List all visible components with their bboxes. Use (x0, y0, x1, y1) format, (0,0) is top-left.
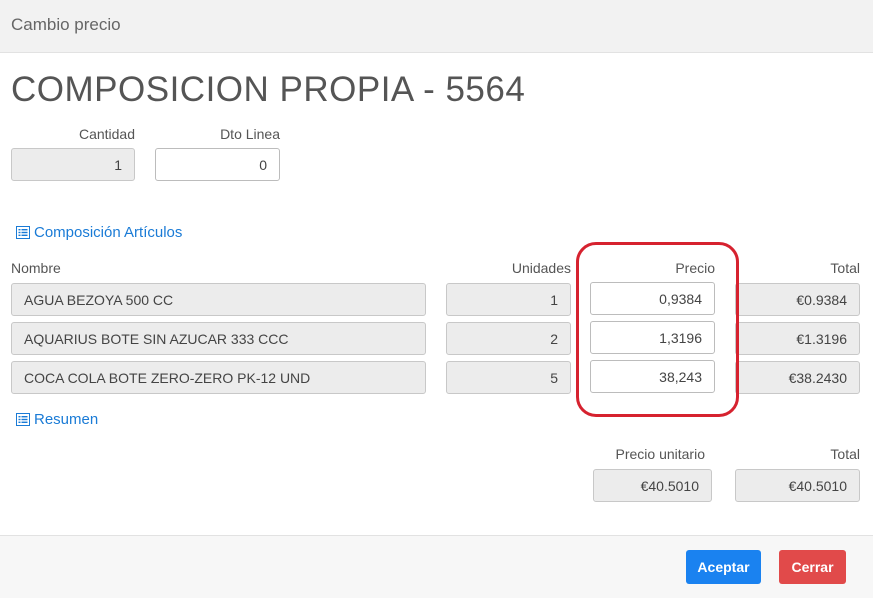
composition-section-link[interactable]: Composición Artículos (16, 224, 182, 241)
row-1-nombre: AGUA BEZOYA 500 CC (11, 283, 426, 316)
cantidad-field: 1 (11, 148, 135, 181)
column-header-nombre: Nombre (11, 260, 61, 276)
summary-total-value: €40.5010 (788, 477, 847, 494)
row-2-unidades-text: 2 (550, 330, 558, 347)
list-icon (16, 226, 30, 239)
summary-total-label: Total (830, 446, 860, 462)
cantidad-label: Cantidad (78, 126, 135, 142)
row-3-nombre-text: COCA COLA BOTE ZERO-ZERO PK-12 UND (24, 369, 311, 386)
summary-total-field: €40.5010 (735, 469, 860, 502)
row-1-nombre-text: AGUA BEZOYA 500 CC (24, 291, 174, 308)
row-2-nombre-text: AQUARIUS BOTE SIN AZUCAR 333 CCC (24, 330, 289, 347)
column-header-precio: Precio (675, 260, 715, 276)
row-1-total: €0.9384 (735, 283, 860, 316)
row-3-nombre: COCA COLA BOTE ZERO-ZERO PK-12 UND (11, 361, 426, 394)
list-icon (16, 413, 30, 426)
row-3-unidades-text: 5 (550, 369, 558, 386)
dto-linea-label: Dto Linea (220, 126, 280, 142)
row-1-unidades-text: 1 (550, 291, 558, 308)
row-3-precio-input[interactable] (590, 360, 715, 393)
column-header-unidades: Unidades (511, 260, 571, 276)
row-1-precio-input[interactable] (590, 282, 715, 315)
row-3-total: €38.2430 (735, 361, 860, 394)
row-2-total: €1.3196 (735, 322, 860, 355)
resumen-section-label: Resumen (34, 411, 99, 428)
row-3-total-text: €38.2430 (788, 369, 847, 386)
close-button[interactable]: Cerrar (779, 550, 846, 584)
dialog-title: Cambio precio (11, 15, 121, 34)
precio-unitario-label: Precio unitario (615, 446, 706, 462)
row-2-nombre: AQUARIUS BOTE SIN AZUCAR 333 CCC (11, 322, 426, 355)
dto-linea-input[interactable] (155, 148, 280, 181)
precio-unitario-value: €40.5010 (640, 477, 699, 494)
cantidad-value: 1 (114, 156, 122, 173)
row-2-total-text: €1.3196 (796, 330, 847, 347)
dialog-header: Cambio precio (0, 0, 873, 53)
composition-section-label: Composición Artículos (34, 224, 183, 241)
product-title: COMPOSICION PROPIA - 5564 (11, 70, 526, 109)
row-1-unidades: 1 (446, 283, 571, 316)
column-header-total: Total (830, 260, 860, 276)
accept-button[interactable]: Aceptar (686, 550, 761, 584)
row-2-unidades: 2 (446, 322, 571, 355)
row-3-unidades: 5 (446, 361, 571, 394)
row-2-precio-input[interactable] (590, 321, 715, 354)
row-1-total-text: €0.9384 (796, 291, 847, 308)
precio-unitario-field: €40.5010 (593, 469, 712, 502)
resumen-section-link[interactable]: Resumen (16, 411, 98, 428)
